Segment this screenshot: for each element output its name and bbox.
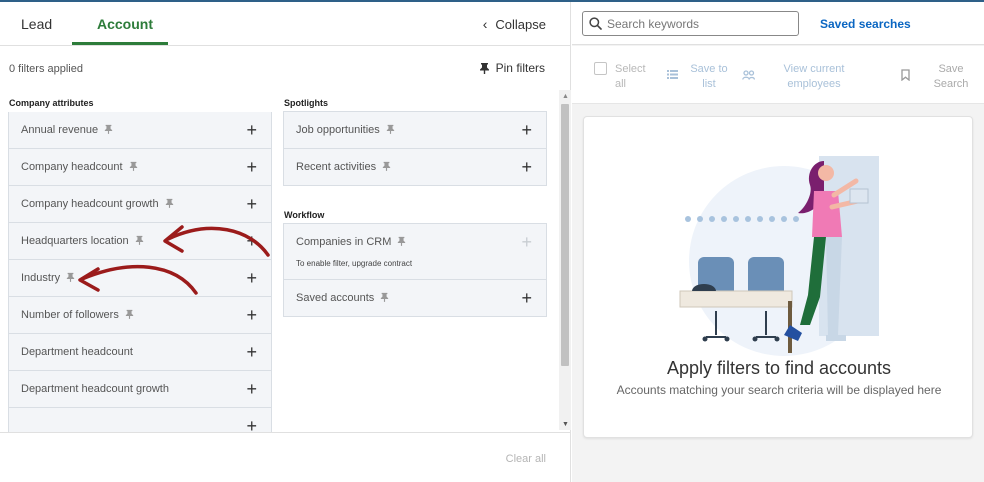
spotlights-workflow-column: Job opportunities + Recent activities + … — [283, 111, 547, 317]
filters-applied-count: 0 filters applied — [9, 63, 83, 75]
collapse-button[interactable]: ‹ Collapse — [483, 16, 546, 32]
filter-company-headcount[interactable]: Company headcount + — [8, 148, 272, 186]
active-tab-indicator — [72, 42, 168, 45]
filter-department-headcount-growth[interactable]: Department headcount growth + — [8, 370, 272, 408]
scroll-thumb[interactable] — [561, 104, 569, 366]
bookmark-icon — [901, 69, 910, 81]
empty-state-card: Apply filters to find accounts Accounts … — [583, 116, 973, 438]
search-bar: Saved searches — [572, 2, 984, 45]
filter-label: Department headcount — [21, 346, 133, 358]
select-all-checkbox[interactable]: Select all — [594, 62, 649, 92]
scroll-up-icon[interactable]: ▲ — [562, 93, 569, 100]
save-to-list-label: Save to list — [690, 63, 728, 90]
filter-partial-row[interactable]: + — [8, 407, 272, 432]
filter-label: Job opportunities — [296, 124, 380, 136]
upgrade-note: To enable filter, upgrade contract — [296, 259, 413, 268]
company-attributes-list: Annual revenue + Company headcount + Com… — [8, 112, 272, 432]
save-search-label: Save Search — [933, 63, 969, 90]
filter-panel: Lead Account ‹ Collapse 0 filters applied… — [0, 2, 571, 482]
filter-label: Companies in CRM — [296, 236, 392, 248]
filter-label: Saved accounts — [296, 292, 375, 304]
scroll-down-icon[interactable]: ▼ — [562, 421, 569, 428]
empty-state-illustration — [679, 156, 879, 356]
add-filter-plus-icon[interactable]: + — [521, 288, 532, 309]
search-icon — [589, 17, 602, 30]
add-filter-plus-icon[interactable]: + — [246, 416, 257, 432]
add-filter-plus-icon[interactable]: + — [521, 157, 532, 178]
save-to-list-button[interactable]: Save to list — [667, 62, 747, 92]
saved-searches-link[interactable]: Saved searches — [820, 17, 911, 31]
empty-state-subtitle: Accounts matching your search criteria w… — [616, 383, 942, 397]
view-current-employees-button[interactable]: View current employees — [742, 62, 862, 92]
pin-icon — [135, 235, 143, 245]
add-filter-plus-icon: + — [521, 232, 532, 252]
filter-annual-revenue[interactable]: Annual revenue + — [8, 112, 272, 149]
filter-label: Annual revenue — [21, 124, 99, 136]
pin-icon — [104, 124, 113, 134]
chevron-left-icon: ‹ — [482, 16, 488, 32]
add-filter-plus-icon[interactable]: + — [246, 231, 257, 252]
filter-job-opportunities[interactable]: Job opportunities + — [283, 111, 547, 149]
save-search-button[interactable]: Save Search — [897, 62, 977, 92]
pin-icon — [381, 292, 389, 302]
tab-account[interactable]: Account — [97, 16, 153, 32]
spotlights-title: Spotlights — [284, 98, 328, 108]
results-panel: Saved searches Select all Save to list V… — [572, 2, 984, 482]
tab-bar: Lead Account ‹ Collapse — [0, 2, 571, 46]
filter-recent-activities[interactable]: Recent activities + — [283, 148, 547, 186]
filter-label: Headquarters location — [21, 235, 129, 247]
add-filter-plus-icon[interactable]: + — [246, 268, 257, 289]
filter-scrollbar[interactable]: ▲ ▼ — [559, 90, 571, 430]
filter-label: Industry — [21, 272, 61, 284]
filter-headquarters-location[interactable]: Headquarters location + — [8, 222, 272, 260]
filter-label: Company headcount — [21, 161, 123, 173]
search-input[interactable] — [607, 15, 792, 32]
add-filter-plus-icon[interactable]: + — [246, 379, 257, 400]
pin-icon — [479, 63, 489, 74]
filter-label: Number of followers — [21, 309, 119, 321]
pin-filters-button[interactable]: Pin filters — [479, 61, 545, 75]
filter-saved-accounts[interactable]: Saved accounts + — [283, 279, 547, 317]
view-current-employees-label: View current employees — [783, 63, 845, 90]
clear-all-button[interactable]: Clear all — [506, 453, 546, 465]
empty-state-title: Apply filters to find accounts — [666, 358, 892, 378]
list-icon — [667, 70, 678, 79]
filter-label: Company headcount growth — [21, 198, 159, 210]
filter-company-headcount-growth[interactable]: Company headcount growth + — [8, 185, 272, 223]
tab-lead[interactable]: Lead — [21, 16, 52, 32]
filter-industry[interactable]: Industry + — [8, 259, 272, 297]
pin-icon — [382, 161, 391, 171]
add-filter-plus-icon[interactable]: + — [246, 194, 257, 215]
checkbox[interactable] — [594, 62, 607, 75]
pin-icon — [386, 124, 394, 134]
select-all-label: Select all — [615, 63, 646, 90]
company-attributes-title: Company attributes — [9, 98, 94, 108]
collapse-label: Collapse — [495, 17, 546, 32]
people-icon — [742, 70, 755, 80]
results-toolbar: Select all Save to list View current emp… — [572, 46, 984, 104]
filter-label: Recent activities — [296, 161, 377, 173]
filter-companies-in-crm[interactable]: Companies in CRM To enable filter, upgra… — [283, 223, 547, 280]
add-filter-plus-icon[interactable]: + — [246, 305, 257, 326]
filter-number-of-followers[interactable]: Number of followers + — [8, 296, 272, 334]
filter-department-headcount[interactable]: Department headcount + — [8, 333, 272, 371]
pin-filters-label: Pin filters — [495, 61, 545, 75]
filter-label: Department headcount growth — [21, 383, 169, 395]
add-filter-plus-icon[interactable]: + — [246, 120, 257, 141]
pin-icon — [66, 272, 75, 282]
pin-icon — [125, 309, 134, 319]
add-filter-plus-icon[interactable]: + — [246, 342, 257, 363]
pin-icon — [129, 161, 137, 171]
filter-footer: Clear all — [0, 432, 571, 482]
search-field[interactable] — [582, 11, 799, 36]
add-filter-plus-icon[interactable]: + — [521, 120, 532, 141]
pin-icon — [165, 198, 173, 208]
add-filter-plus-icon[interactable]: + — [246, 157, 257, 178]
pin-icon — [398, 236, 406, 246]
